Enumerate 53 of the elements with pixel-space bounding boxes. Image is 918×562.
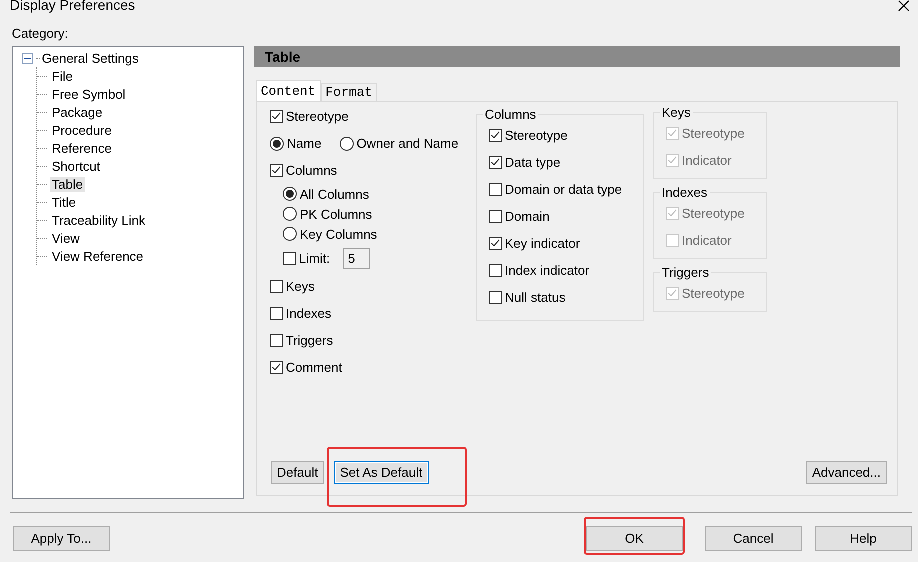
checkbox-label[interactable]: Domain or data type	[505, 182, 622, 197]
button[interactable]: Cancel	[705, 526, 802, 551]
tree-item[interactable]: Reference	[50, 140, 114, 156]
tree-item[interactable]: Package	[50, 104, 105, 120]
group-title: Triggers	[661, 265, 710, 280]
button[interactable]: Apply To...	[13, 526, 110, 551]
checkbox-label[interactable]: Triggers	[286, 333, 334, 348]
radio-label[interactable]: PK Columns	[300, 206, 372, 222]
checkbox-label[interactable]: Stereotype	[505, 128, 568, 143]
button[interactable]: Help	[815, 526, 912, 551]
checkbox-label[interactable]: Key indicator	[505, 236, 580, 251]
tree-item[interactable]: View	[50, 230, 82, 246]
category-label: Category:	[12, 26, 68, 41]
group-title: Columns	[484, 107, 538, 122]
tree-item[interactable]: Table	[50, 176, 86, 192]
checkbox-label[interactable]: Domain	[505, 209, 550, 224]
tree-item[interactable]: Free Symbol	[50, 86, 128, 102]
checkbox-label[interactable]: Null status	[505, 290, 566, 305]
radio-label[interactable]: Key Columns	[300, 226, 378, 242]
group-title: Keys	[661, 105, 692, 120]
button[interactable]: Advanced...	[806, 461, 887, 484]
checkbox-label[interactable]: Comment	[286, 360, 342, 375]
checkbox-label: Stereotype	[682, 126, 745, 141]
tree-item[interactable]: Procedure	[50, 122, 114, 138]
group-title: Indexes	[661, 185, 709, 200]
panel-header: Table	[254, 46, 900, 67]
tree-item[interactable]: Traceability Link	[50, 212, 148, 228]
tree-item[interactable]: File	[50, 68, 75, 84]
button[interactable]: OK	[586, 526, 683, 551]
tree-item[interactable]: Shortcut	[50, 158, 102, 174]
radio-label[interactable]: All Columns	[300, 186, 370, 202]
checkbox-label[interactable]: Index indicator	[505, 263, 590, 278]
checkbox-label[interactable]: Stereotype	[286, 109, 349, 124]
button[interactable]: Set As Default	[334, 461, 429, 484]
tree-item[interactable]: Title	[50, 194, 78, 210]
checkbox-label: Indicator	[682, 153, 732, 168]
button[interactable]: Default	[271, 461, 324, 484]
radio-label[interactable]: Owner and Name	[356, 136, 459, 151]
radio-label[interactable]: Name	[287, 136, 322, 151]
checkbox-label: Stereotype	[682, 206, 745, 221]
checkbox-label[interactable]: Indexes	[286, 306, 332, 321]
tab[interactable]: Format	[320, 83, 378, 101]
tree-item[interactable]: General Settings	[40, 50, 141, 66]
tab[interactable]: Content	[256, 80, 321, 101]
tree-item[interactable]: View Reference	[50, 248, 146, 264]
checkbox-label[interactable]: Keys	[286, 279, 315, 294]
checkbox-label[interactable]: Limit:	[299, 251, 330, 266]
checkbox-label: Indicator	[682, 233, 732, 248]
limit-field[interactable]: 5	[343, 248, 370, 269]
checkbox-label[interactable]: Columns	[286, 163, 338, 178]
checkbox-label[interactable]: Data type	[505, 155, 561, 170]
window-title: Display Preferences	[10, 0, 136, 12]
checkbox-label: Stereotype	[682, 286, 745, 301]
